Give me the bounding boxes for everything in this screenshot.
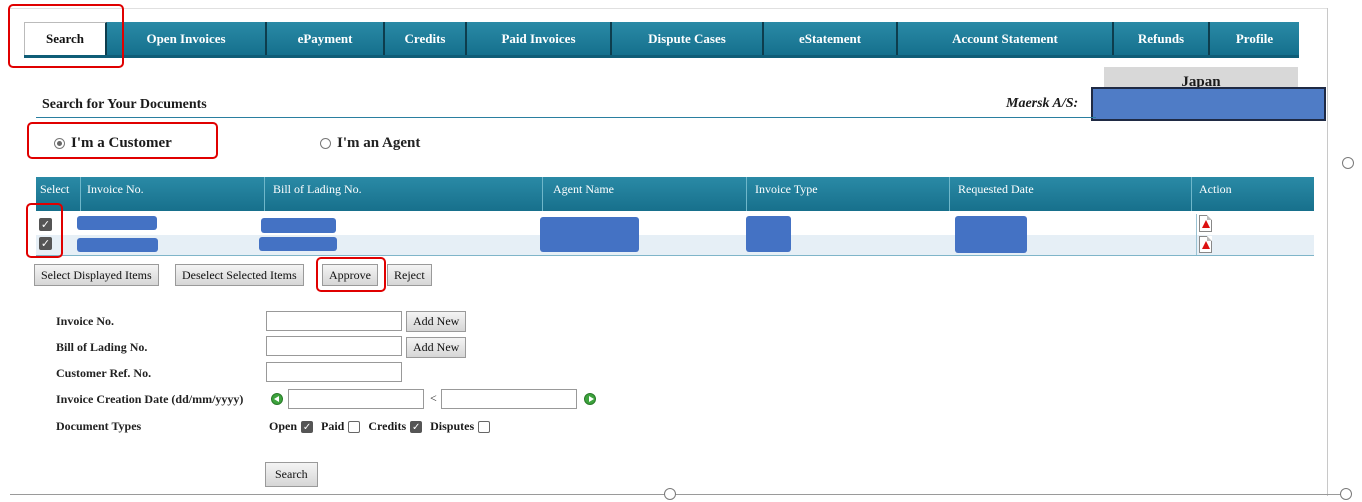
date-from-input[interactable] xyxy=(288,389,424,409)
col-bill-of-lading: Bill of Lading No. xyxy=(273,182,362,196)
tab-refunds[interactable]: Refunds xyxy=(1114,22,1210,55)
tab-search[interactable]: Search xyxy=(24,22,107,55)
main-tab-bar: Search Open Invoices ePayment Credits Pa… xyxy=(24,22,1299,55)
bol-input[interactable] xyxy=(266,336,402,356)
frame-top-border xyxy=(10,8,1328,9)
col-invoice-no: Invoice No. xyxy=(87,182,144,196)
customer-radio-label: I'm a Customer xyxy=(71,135,172,151)
tab-open-invoices[interactable]: Open Invoices xyxy=(107,22,267,55)
tab-epayment[interactable]: ePayment xyxy=(267,22,385,55)
agent-radio-label: I'm an Agent xyxy=(337,135,421,151)
date-prev-icon[interactable] xyxy=(271,393,283,405)
tab-account-statement[interactable]: Account Statement xyxy=(898,22,1114,55)
customer-radio[interactable]: I'm a Customer xyxy=(54,135,172,152)
customer-ref-input[interactable] xyxy=(266,362,402,382)
tab-estatement[interactable]: eStatement xyxy=(764,22,898,55)
table-row xyxy=(36,235,1314,255)
doc-type-disputes-label: Disputes xyxy=(430,419,475,433)
col-invoice-type: Invoice Type xyxy=(755,182,818,196)
bol-label: Bill of Lading No. xyxy=(56,340,148,354)
date-next-icon[interactable] xyxy=(584,393,596,405)
row-checkbox[interactable]: ✓ xyxy=(39,218,52,231)
col-select: Select xyxy=(40,182,70,196)
doc-type-paid-checkbox[interactable] xyxy=(348,420,361,433)
frame-bottom-border xyxy=(10,494,1350,495)
pdf-icon[interactable] xyxy=(1199,236,1212,253)
redacted-invoice-type xyxy=(746,216,791,252)
company-label: Maersk A/S: xyxy=(1006,96,1079,111)
pdf-icon[interactable] xyxy=(1199,215,1212,232)
tab-profile[interactable]: Profile xyxy=(1210,22,1299,55)
select-displayed-button[interactable]: Select Displayed Items xyxy=(34,264,159,286)
redacted-bill-of-lading xyxy=(259,237,337,251)
doc-type-paid-label: Paid xyxy=(321,419,345,433)
redacted-agent-name xyxy=(540,217,639,252)
approve-button[interactable]: Approve xyxy=(322,264,378,286)
title-divider xyxy=(36,117,1096,118)
country-label: Japan xyxy=(1181,74,1221,89)
frame-right-border xyxy=(1327,8,1328,496)
add-bol-button[interactable]: Add New xyxy=(406,337,467,358)
customer-ref-label: Customer Ref. No. xyxy=(56,366,152,380)
radio-selected-icon xyxy=(54,138,65,149)
creation-date-label: Invoice Creation Date (dd/mm/yyyy) xyxy=(56,392,244,406)
invoice-no-input[interactable] xyxy=(266,311,402,331)
invoice-no-label: Invoice No. xyxy=(56,314,114,328)
table-row xyxy=(36,214,1314,234)
reject-button[interactable]: Reject xyxy=(387,264,432,286)
tab-underline xyxy=(24,55,1299,58)
redacted-company-field xyxy=(1091,87,1326,121)
search-button[interactable]: Search xyxy=(265,462,318,487)
redacted-bill-of-lading xyxy=(261,218,336,233)
doc-types-label: Document Types xyxy=(56,419,142,433)
add-invoice-button[interactable]: Add New xyxy=(406,311,467,332)
doc-type-open-checkbox[interactable]: ✓ xyxy=(301,420,314,433)
tab-paid-invoices[interactable]: Paid Invoices xyxy=(467,22,612,55)
resize-handle-icon[interactable] xyxy=(664,488,676,500)
redacted-requested-date xyxy=(955,216,1027,253)
tab-credits[interactable]: Credits xyxy=(385,22,467,55)
country-selector[interactable]: Japan xyxy=(1104,67,1298,89)
doc-type-credits-checkbox[interactable]: ✓ xyxy=(410,420,423,433)
col-action: Action xyxy=(1199,182,1232,196)
row-checkbox[interactable]: ✓ xyxy=(39,237,52,250)
resize-handle-icon[interactable] xyxy=(1342,157,1354,169)
col-requested-date: Requested Date xyxy=(958,182,1034,196)
deselect-selected-button[interactable]: Deselect Selected Items xyxy=(175,264,304,286)
doc-type-disputes-checkbox[interactable] xyxy=(478,420,491,433)
redacted-invoice-no xyxy=(77,216,157,230)
redacted-invoice-no xyxy=(77,238,158,252)
tab-dispute-cases[interactable]: Dispute Cases xyxy=(612,22,764,55)
radio-unselected-icon xyxy=(320,138,331,149)
document-types-group: Open ✓ Paid Credits ✓ Disputes xyxy=(269,419,494,434)
date-separator: < xyxy=(430,391,437,405)
agent-radio[interactable]: I'm an Agent xyxy=(320,135,420,152)
page-title: Search for Your Documents xyxy=(42,97,207,112)
table-bottom-border xyxy=(36,255,1314,256)
results-table-header: Select Invoice No. Bill of Lading No. Ag… xyxy=(36,177,1314,211)
doc-type-open-label: Open xyxy=(269,419,298,433)
resize-handle-icon[interactable] xyxy=(1340,488,1352,500)
col-agent-name: Agent Name xyxy=(553,182,614,196)
doc-type-credits-label: Credits xyxy=(368,419,407,433)
date-to-input[interactable] xyxy=(441,389,577,409)
